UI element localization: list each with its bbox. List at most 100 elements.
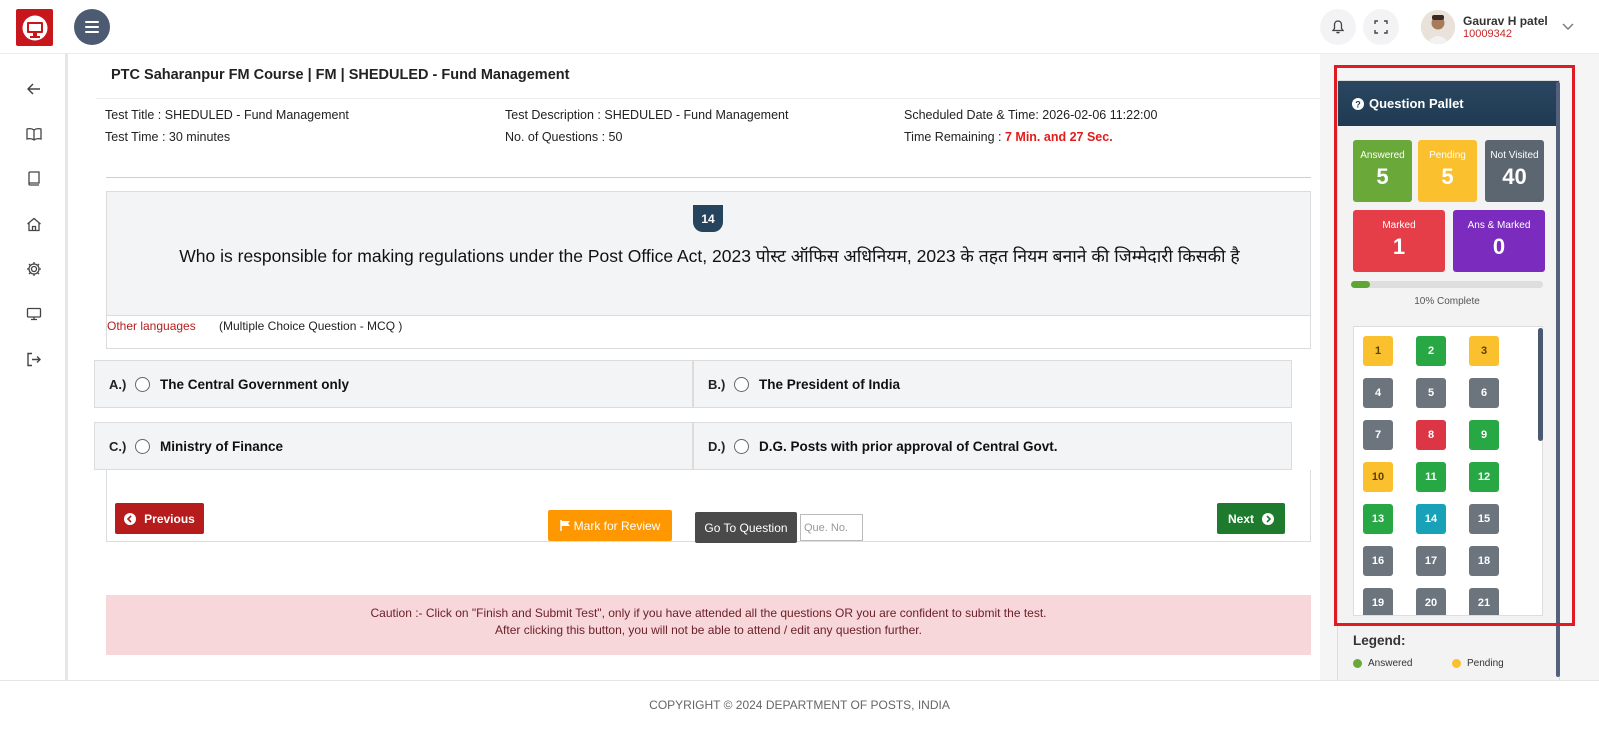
ans-marked-label: Ans & Marked [1467,220,1531,231]
question-button-21[interactable]: 21 [1469,588,1499,615]
question-button-5[interactable]: 5 [1416,378,1446,408]
option-text: The President of India [759,376,901,392]
progress-bar [1351,281,1543,288]
user-menu[interactable]: Gaurav H patel 10009342 [1421,9,1574,45]
top-bar: Gaurav H patel 10009342 [0,0,1599,54]
question-button-8[interactable]: 8 [1416,420,1446,450]
next-button[interactable]: Next [1217,503,1285,534]
scheduled-label: Scheduled Date & Time: [904,108,1039,122]
progress-fill [1351,281,1371,288]
question-button-2[interactable]: 2 [1416,336,1446,366]
divider [106,177,1311,178]
next-label: Next [1227,511,1254,526]
user-avatar-icon [1421,10,1455,44]
question-button-7[interactable]: 7 [1363,420,1393,450]
fullscreen-icon [1374,20,1388,34]
option-letter: C.) [109,438,127,454]
question-button-19[interactable]: 19 [1363,588,1393,615]
legend-answered: Answered [1353,658,1412,669]
legend-dot [1353,659,1362,668]
answered-stat: Answered 5 [1353,140,1412,202]
caution-alert: Caution :- Click on "Finish and Submit T… [106,595,1311,655]
test-time-label: Test Time : [105,130,166,144]
num-questions-value: 50 [608,130,623,144]
option-d[interactable]: D.) D.G. Posts with prior approval of Ce… [693,422,1292,470]
question-number-input[interactable]: Que. No. [800,514,863,541]
previous-label: Previous [144,511,195,526]
caution-line-2: After clicking this button, you will not… [495,623,922,637]
gear-icon[interactable] [24,259,44,279]
question-circle-icon: ? [1352,97,1364,110]
question-button-11[interactable]: 11 [1416,462,1446,492]
option-letter: A.) [109,376,127,392]
chevron-down-icon [1562,23,1574,30]
grid-scrollbar[interactable] [1538,328,1543,441]
option-a[interactable]: A.) The Central Government only [94,360,693,408]
mark-for-review-button[interactable]: Mark for Review [548,510,672,541]
question-type: (Multiple Choice Question - MCQ ) [219,319,403,333]
arrow-right-circle-icon [1262,512,1274,525]
user-id: 10009342 [1463,27,1512,40]
fullscreen-button[interactable] [1363,9,1399,45]
hamburger-icon [85,21,99,33]
question-button-17[interactable]: 17 [1416,546,1446,576]
question-button-4[interactable]: 4 [1363,378,1393,408]
pallet-scrollbar[interactable] [1556,82,1560,677]
legend-title: Legend: [1353,633,1406,648]
arrow-left-circle-icon [124,512,137,525]
not-visited-count: 40 [1502,164,1527,189]
option-a-radio[interactable] [135,376,150,392]
logout-icon[interactable] [24,349,44,369]
hamburger-menu-button[interactable] [74,9,110,45]
question-button-9[interactable]: 9 [1469,420,1499,450]
option-d-radio[interactable] [734,438,749,454]
previous-button[interactable]: Previous [115,503,204,534]
other-languages-link[interactable]: Other languages [107,319,196,333]
notification-button[interactable] [1320,9,1356,45]
option-text: Ministry of Finance [160,438,284,454]
book-icon[interactable] [24,169,44,189]
home-icon[interactable] [24,214,44,234]
avatar [1421,10,1455,44]
option-letter: B.) [708,376,726,392]
question-button-1[interactable]: 1 [1363,336,1393,366]
question-button-14[interactable]: 14 [1416,504,1446,534]
test-meta-col2: Test Description : SHEDULED - Fund Manag… [505,104,788,148]
test-title-label: Test Title : [105,108,162,122]
option-text: The Central Government only [160,376,350,392]
flag-icon [559,520,570,531]
question-button-6[interactable]: 6 [1469,378,1499,408]
option-b-radio[interactable] [734,376,749,392]
mark-for-review-label: Mark for Review [573,518,661,533]
question-button-3[interactable]: 3 [1469,336,1499,366]
test-time-value: 30 minutes [168,130,231,144]
option-text: D.G. Posts with prior approval of Centra… [759,438,1058,454]
question-button-20[interactable]: 20 [1416,588,1446,615]
answered-label: Answered [1360,150,1405,161]
go-to-question-button[interactable]: Go To Question [695,512,797,543]
question-button-12[interactable]: 12 [1469,462,1499,492]
open-book-icon[interactable] [24,124,44,144]
user-info: Gaurav H patel 10009342 [1463,14,1548,41]
divider [96,98,1320,99]
monitor-icon[interactable] [24,304,44,324]
back-arrow-icon[interactable] [24,79,44,99]
question-button-18[interactable]: 18 [1469,546,1499,576]
test-panel: PTC Saharanpur FM Course | FM | SHEDULED… [94,54,1320,680]
ans-marked-stat: Ans & Marked 0 [1453,210,1545,272]
option-c[interactable]: C.) Ministry of Finance [94,422,693,470]
legend-label: Pending [1467,658,1504,669]
question-button-10[interactable]: 10 [1363,462,1393,492]
legend-pending: Pending [1452,658,1504,669]
test-title-value: SHEDULED - Fund Management [164,108,349,122]
question-button-15[interactable]: 15 [1469,504,1499,534]
not-visited-label: Not Visited [1490,150,1539,161]
app-logo[interactable] [16,9,53,46]
question-button-13[interactable]: 13 [1363,504,1393,534]
option-b[interactable]: B.) The President of India [693,360,1292,408]
pending-stat: Pending 5 [1418,140,1477,202]
question-button-16[interactable]: 16 [1363,546,1393,576]
test-desc-value: SHEDULED - Fund Management [604,108,789,122]
legend-label: Answered [1368,658,1413,669]
option-c-radio[interactable] [135,438,150,454]
